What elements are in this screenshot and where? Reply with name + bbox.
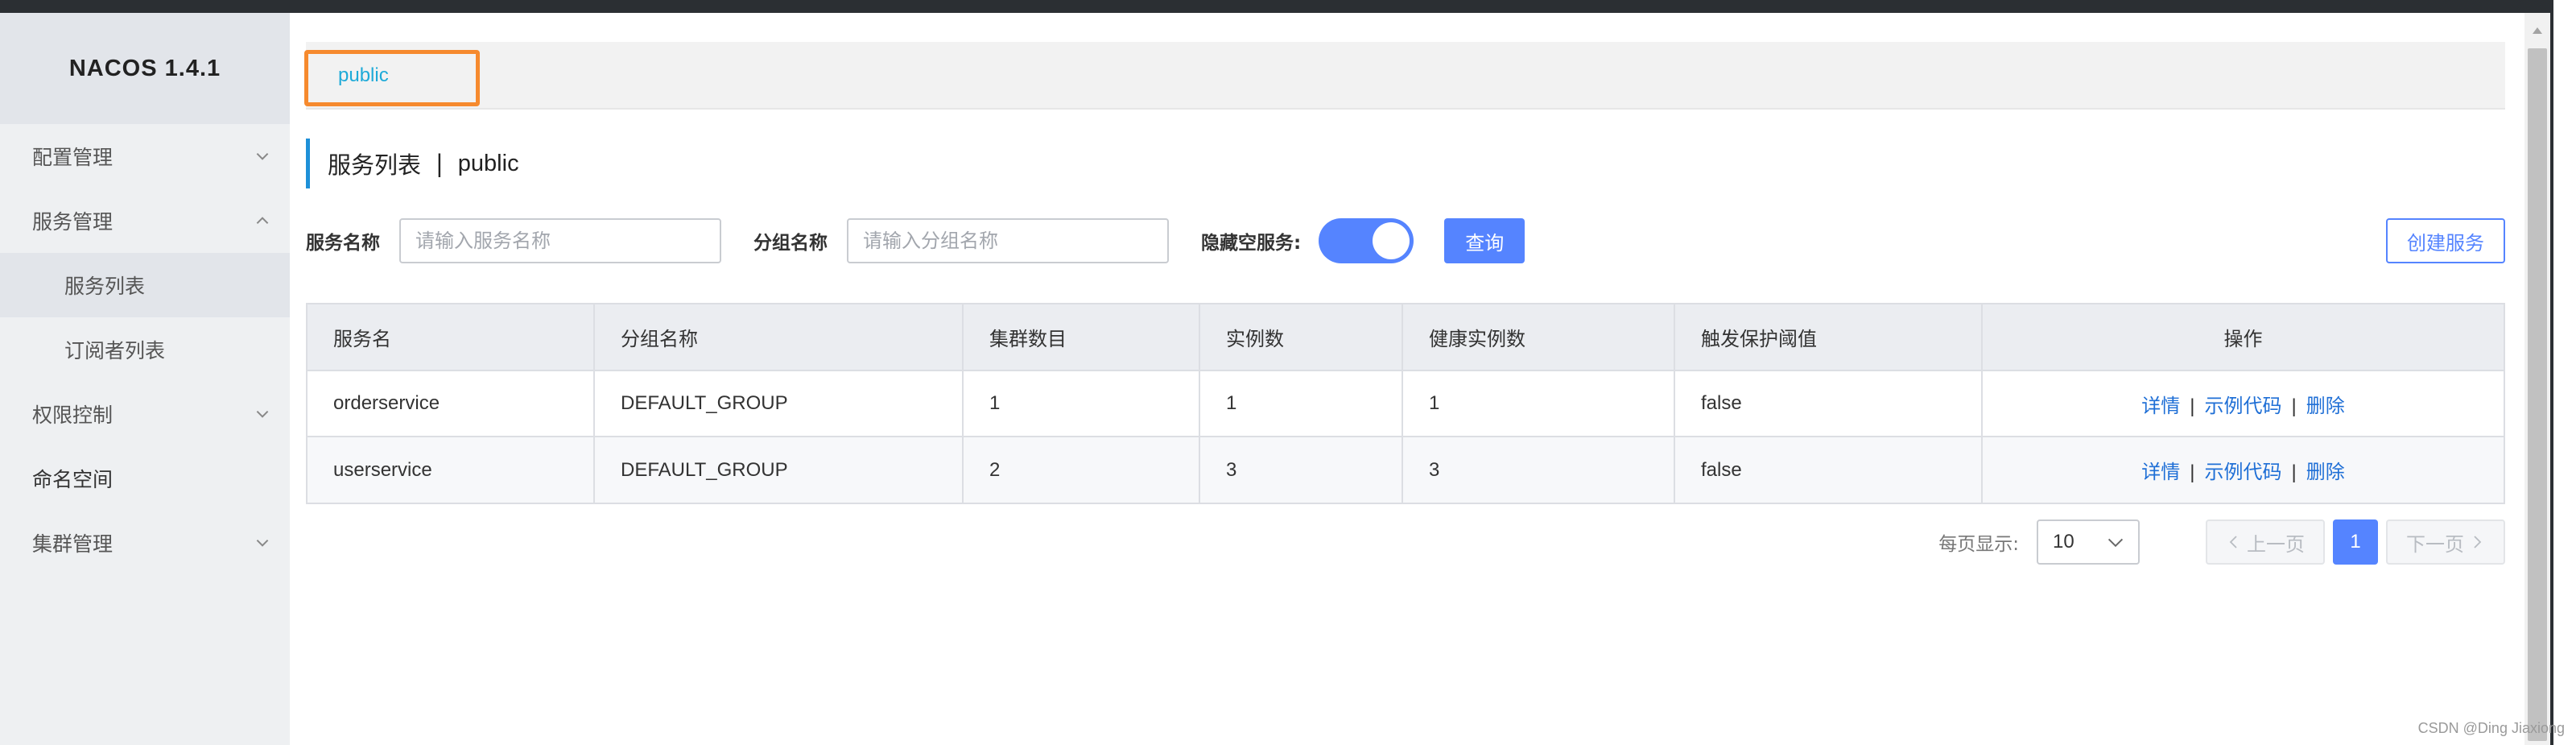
cell-protect-threshold: false	[1674, 437, 1983, 503]
scrollbar-thumb[interactable]	[2528, 48, 2547, 741]
page-title-text: 服务列表	[328, 151, 422, 179]
column-header: 健康实例数	[1402, 304, 1675, 371]
namespace-bar: public	[306, 42, 2505, 110]
action-separator: |	[2291, 395, 2297, 417]
cell-instance-count: 3	[1199, 437, 1403, 503]
sample-code-link[interactable]: 示例代码	[2205, 461, 2282, 483]
table-row: orderservice DEFAULT_GROUP 1 1 1 false 详…	[308, 370, 2504, 437]
column-header: 操作	[1982, 304, 2504, 371]
create-service-button[interactable]: 创建服务	[2386, 218, 2505, 263]
main-content: public 服务列表 | public 服务名称 分组名称 隐藏空服务: 查询…	[290, 13, 2528, 745]
chevron-down-icon	[251, 145, 274, 168]
detail-link[interactable]: 详情	[2141, 461, 2180, 483]
table-row: userservice DEFAULT_GROUP 2 3 3 false 详情…	[308, 437, 2504, 503]
browser-top-bar	[0, 0, 2576, 13]
prev-page-label: 上一页	[2247, 532, 2305, 556]
query-button[interactable]: 查询	[1444, 218, 1525, 263]
cell-healthy-count: 1	[1402, 370, 1675, 437]
per-page-label: 每页显示:	[1938, 534, 2019, 555]
chevron-right-icon	[2474, 536, 2482, 548]
sidebar-item-label: 集群管理	[32, 532, 114, 556]
cell-service-name: orderservice	[308, 370, 595, 437]
chevron-left-icon	[2229, 536, 2237, 548]
window-edge	[2550, 0, 2576, 745]
per-page-value: 10	[2053, 531, 2074, 553]
hide-empty-label: 隐藏空服务:	[1201, 233, 1302, 254]
scroll-up-arrow-icon[interactable]	[2524, 16, 2550, 45]
pagination: 每页显示: 10 上一页 1 下一页	[1938, 519, 2505, 565]
column-header: 服务名	[308, 304, 595, 371]
sidebar-item-service-list[interactable]: 服务列表	[0, 253, 290, 317]
vertical-scrollbar[interactable]	[2524, 13, 2550, 745]
service-table: 服务名 分组名称 集群数目 实例数 健康实例数 触发保护阈值 操作 orders…	[306, 303, 2505, 504]
sidebar-item-namespace[interactable]: 命名空间	[0, 446, 290, 511]
sidebar-item-service-management[interactable]: 服务管理	[0, 188, 290, 253]
sidebar-item-subscriber-list[interactable]: 订阅者列表	[0, 317, 290, 382]
namespace-highlight-box	[304, 50, 480, 106]
brand-logo: NACOS 1.4.1	[0, 13, 290, 124]
watermark: CSDN @Ding Jiaxiong	[2417, 720, 2565, 736]
title-separator: |	[436, 150, 444, 177]
sidebar: NACOS 1.4.1 配置管理 服务管理 服务列表 订阅者列表 权限控制 命名…	[0, 13, 290, 745]
group-name-input[interactable]	[847, 218, 1169, 263]
sidebar-item-label: 命名空间	[32, 468, 114, 491]
filter-bar: 服务名称 分组名称 隐藏空服务: 查询 创建服务	[306, 205, 2505, 277]
group-name-label: 分组名称	[753, 233, 828, 254]
cell-service-name: userservice	[308, 437, 595, 503]
sidebar-item-label: 权限控制	[32, 404, 114, 427]
cell-actions: 详情 | 示例代码 | 删除	[1982, 370, 2504, 437]
service-name-label: 服务名称	[306, 233, 380, 254]
sample-code-link[interactable]: 示例代码	[2205, 395, 2282, 417]
chevron-down-icon	[251, 532, 274, 554]
sidebar-item-label: 服务管理	[32, 210, 114, 234]
table-header-row: 服务名 分组名称 集群数目 实例数 健康实例数 触发保护阈值 操作	[308, 304, 2504, 371]
page-number-button[interactable]: 1	[2333, 519, 2378, 565]
delete-link[interactable]: 删除	[2306, 395, 2345, 417]
per-page-select[interactable]: 10	[2037, 519, 2140, 565]
sidebar-item-access-control[interactable]: 权限控制	[0, 382, 290, 446]
sidebar-item-label: 订阅者列表	[64, 339, 166, 362]
prev-page-button[interactable]: 上一页	[2206, 519, 2325, 565]
cell-actions: 详情 | 示例代码 | 删除	[1982, 437, 2504, 503]
action-separator: |	[2291, 461, 2297, 483]
action-separator: |	[2190, 395, 2195, 417]
toggle-knob	[1373, 222, 1410, 259]
cell-protect-threshold: false	[1674, 370, 1983, 437]
next-page-label: 下一页	[2406, 532, 2464, 556]
cell-group-name: DEFAULT_GROUP	[594, 437, 964, 503]
cell-group-name: DEFAULT_GROUP	[594, 370, 964, 437]
cell-cluster-count: 1	[963, 370, 1200, 437]
hide-empty-toggle[interactable]	[1319, 218, 1414, 263]
column-header: 触发保护阈值	[1674, 304, 1983, 371]
next-page-button[interactable]: 下一页	[2386, 519, 2505, 565]
sidebar-item-label: 配置管理	[32, 146, 114, 169]
cell-healthy-count: 3	[1402, 437, 1675, 503]
page-title: 服务列表 | public	[306, 139, 519, 188]
chevron-up-icon	[251, 209, 274, 232]
column-header: 集群数目	[963, 304, 1200, 371]
cell-cluster-count: 2	[963, 437, 1200, 503]
sidebar-item-cluster-management[interactable]: 集群管理	[0, 511, 290, 575]
chevron-down-icon	[251, 403, 274, 425]
detail-link[interactable]: 详情	[2141, 395, 2180, 417]
service-name-input[interactable]	[399, 218, 721, 263]
sidebar-item-label: 服务列表	[64, 275, 146, 298]
column-header: 实例数	[1199, 304, 1403, 371]
action-separator: |	[2190, 461, 2195, 483]
chevron-down-icon	[2107, 538, 2124, 548]
column-header: 分组名称	[594, 304, 964, 371]
page-title-namespace: public	[457, 150, 519, 176]
cell-instance-count: 1	[1199, 370, 1403, 437]
sidebar-item-config-management[interactable]: 配置管理	[0, 124, 290, 188]
delete-link[interactable]: 删除	[2306, 461, 2345, 483]
